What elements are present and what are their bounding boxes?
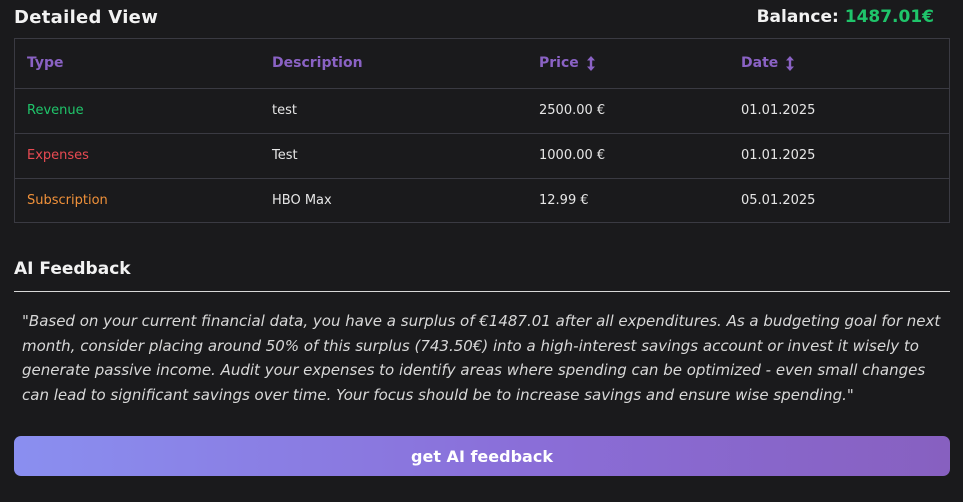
cell-date: 01.01.2025: [741, 103, 816, 118]
header-description: Description: [260, 39, 527, 88]
divider: [14, 291, 950, 292]
header-date-label: Date: [741, 55, 779, 72]
sort-arrows-icon[interactable]: [786, 55, 795, 71]
ai-feedback-title: AI Feedback: [14, 259, 131, 279]
header-price-label: Price: [539, 55, 579, 72]
header-description-label: Description: [272, 55, 363, 72]
header-type-label: Type: [27, 55, 64, 72]
ai-feedback-text: "Based on your current financial data, y…: [22, 312, 941, 404]
balance-value: 1487.01€: [844, 7, 934, 27]
table-row: Expenses Test 1000.00 € 01.01.2025: [15, 133, 949, 178]
table-header-row: Type Description Price Date: [15, 39, 949, 88]
header-type: Type: [15, 39, 260, 88]
sort-arrows-icon[interactable]: [586, 55, 595, 71]
page-title: Detailed View: [14, 6, 159, 28]
cell-price: 12.99 €: [539, 193, 589, 209]
get-ai-feedback-button[interactable]: get AI feedback: [14, 436, 950, 476]
cell-date: 01.01.2025: [741, 148, 816, 163]
cell-description: HBO Max: [272, 193, 332, 209]
header-row: Detailed View Balance: 1487.01€: [14, 5, 934, 29]
table-row: Subscription HBO Max 12.99 € 05.01.2025: [15, 178, 949, 223]
cell-date: 05.01.2025: [741, 193, 816, 209]
balance-label: Balance:: [756, 7, 839, 27]
balance-display: Balance: 1487.01€: [757, 7, 934, 27]
header-price[interactable]: Price: [527, 39, 729, 88]
cell-type: Expenses: [27, 148, 89, 163]
cell-type: Subscription: [27, 193, 108, 209]
cell-type: Revenue: [27, 103, 84, 118]
cell-description: test: [272, 103, 297, 118]
cell-price: 1000.00 €: [539, 148, 606, 163]
header-date[interactable]: Date: [729, 39, 949, 88]
cell-price: 2500.00 €: [539, 103, 606, 118]
cell-description: Test: [272, 148, 298, 163]
transactions-table: Type Description Price Date Revenue test…: [14, 38, 950, 223]
table-row: Revenue test 2500.00 € 01.01.2025: [15, 88, 949, 133]
